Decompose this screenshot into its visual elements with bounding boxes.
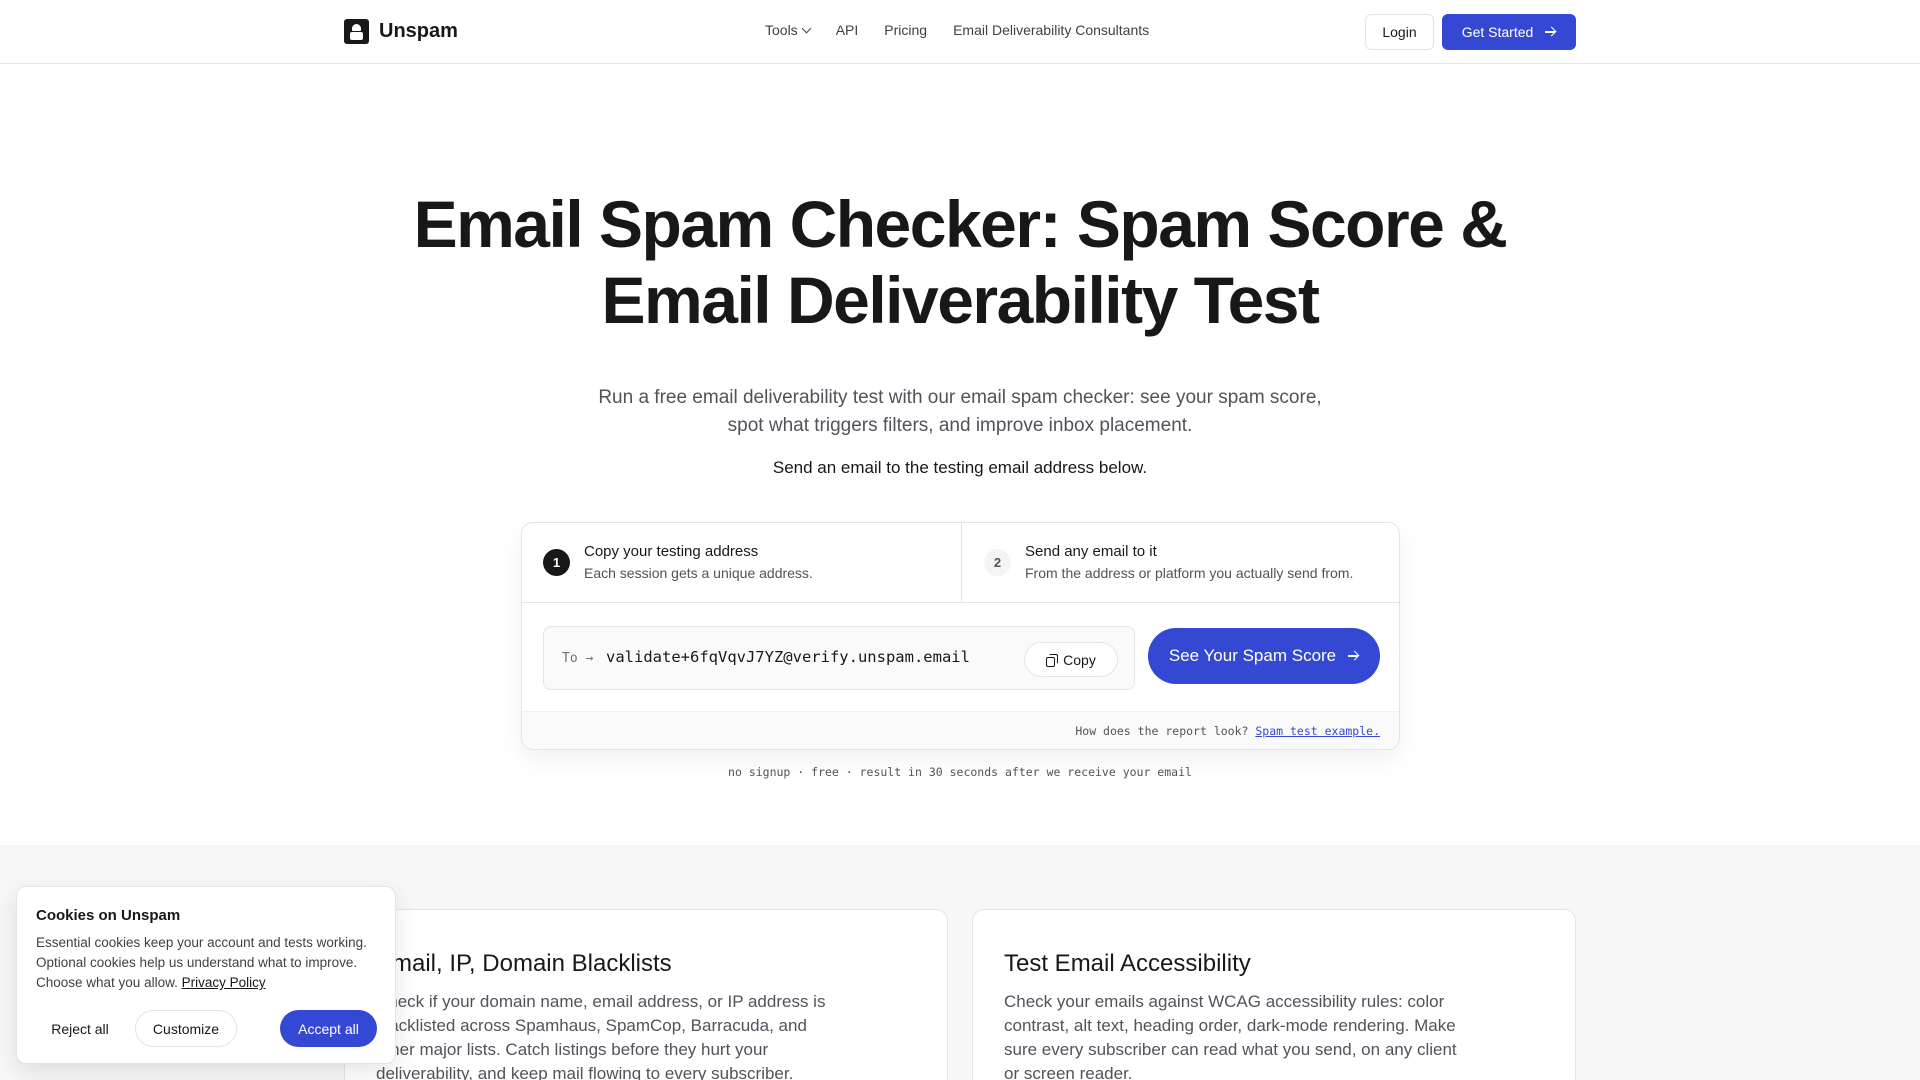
see-spam-score-button[interactable]: See Your Spam Score <box>1148 628 1380 684</box>
cookie-banner: Cookies on Unspam Essential cookies keep… <box>16 886 396 1064</box>
report-question: How does the report look? <box>1075 724 1249 738</box>
page-title: Email Spam Checker: Spam Score & Email D… <box>360 186 1560 338</box>
steps-row: 1 Copy your testing address Each session… <box>522 523 1399 603</box>
get-started-label: Get Started <box>1461 24 1534 40</box>
see-spam-score-label: See Your Spam Score <box>1168 646 1337 665</box>
hero-subtitle-line1: Run a free email deliverability test wit… <box>598 387 1322 408</box>
cookie-body: Essential cookies keep your account and … <box>36 933 391 993</box>
to-label: To → <box>562 651 594 666</box>
hero-instruction: Send an email to the testing email addre… <box>772 458 1148 477</box>
spam-test-example-link[interactable]: Spam test example. <box>1255 724 1380 738</box>
feature-body: Check your emails against WCAG accessibi… <box>1004 992 1457 1080</box>
main-nav: Tools API Pricing Email Deliverability C… <box>765 22 1149 38</box>
logo-icon <box>344 19 369 44</box>
login-button[interactable]: Login <box>1365 14 1434 50</box>
testing-address-field[interactable]: To → validate+6fqVqvJ7YZ@verify.unspam.e… <box>543 626 1135 690</box>
feature-card-blacklists[interactable]: Email, IP, Domain Blacklists Check if yo… <box>344 909 948 1080</box>
signup-note: no signup · free · result in 30 seconds … <box>728 765 1192 779</box>
feature-card-accessibility[interactable]: Test Email Accessibility Check your emai… <box>972 909 1576 1080</box>
page-title-line1: Email Spam Checker: Spam Score & <box>413 187 1508 261</box>
nav-consultants[interactable]: Email Deliverability Consultants <box>953 22 1149 38</box>
nav-tools[interactable]: Tools <box>765 22 812 38</box>
step-title: Copy your testing address <box>584 543 759 560</box>
spam-test-card: 1 Copy your testing address Each session… <box>521 522 1400 750</box>
report-example-text: How does the report look? Spam test exam… <box>1075 724 1380 738</box>
accept-all-button[interactable]: Accept all <box>280 1010 377 1047</box>
step-number-badge: 2 <box>984 549 1011 576</box>
step-copy-address: 1 Copy your testing address Each session… <box>522 523 961 603</box>
nav-api[interactable]: API <box>836 22 859 38</box>
hero-subtitle: Run a free email deliverability test wit… <box>560 384 1360 440</box>
nav-pricing[interactable]: Pricing <box>884 22 927 38</box>
copy-label: Copy <box>1063 651 1096 668</box>
step-number-badge: 1 <box>543 549 570 576</box>
step-title: Send any email to it <box>1025 543 1157 560</box>
step-description: From the address or platform you actuall… <box>1025 565 1354 581</box>
copy-icon <box>1046 653 1059 667</box>
chevron-down-icon <box>801 23 812 33</box>
arrow-right-icon <box>1545 27 1556 37</box>
step-send-email: 2 Send any email to it From the address … <box>961 523 1399 603</box>
page-title-line2: Email Deliverability Test <box>601 263 1320 337</box>
brand-name: Unspam <box>379 20 458 42</box>
arrow-right-icon <box>1348 651 1359 661</box>
privacy-policy-link[interactable]: Privacy Policy <box>182 975 266 990</box>
card-footer: How does the report look? Spam test exam… <box>522 711 1399 749</box>
feature-body: Check if your domain name, email address… <box>376 992 826 1080</box>
get-started-button[interactable]: Get Started <box>1442 14 1576 50</box>
cookie-title: Cookies on Unspam <box>36 907 181 924</box>
customize-button[interactable]: Customize <box>135 1010 237 1047</box>
testing-address-value[interactable]: validate+6fqVqvJ7YZ@verify.unspam.email <box>606 648 970 666</box>
feature-title: Test Email Accessibility <box>1004 950 1251 977</box>
step-description: Each session gets a unique address. <box>584 565 813 581</box>
brand-logo[interactable]: Unspam <box>344 19 458 44</box>
hero-subtitle-line2: spot what triggers filters, and improve … <box>727 415 1193 436</box>
nav-tools-label: Tools <box>765 22 798 38</box>
copy-address-button[interactable]: Copy <box>1024 642 1118 677</box>
reject-all-button[interactable]: Reject all <box>36 1011 124 1047</box>
feature-title: Email, IP, Domain Blacklists <box>376 950 672 977</box>
top-navbar: Unspam Tools API Pricing Email Deliverab… <box>0 0 1920 64</box>
